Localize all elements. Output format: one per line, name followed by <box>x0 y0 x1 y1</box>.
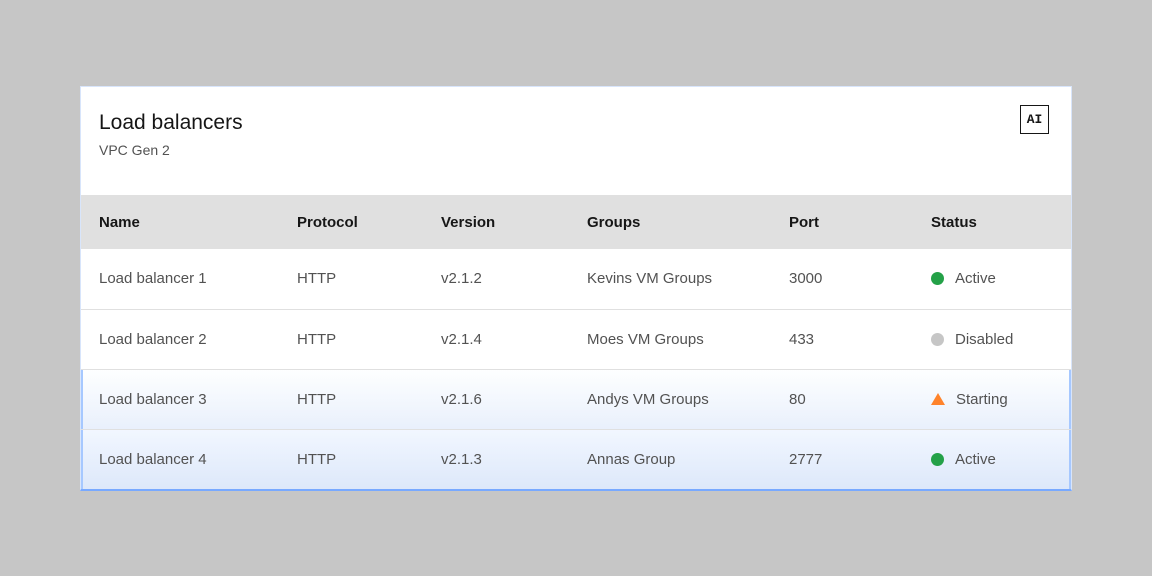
cell-groups: Kevins VM Groups <box>569 249 771 309</box>
column-header-port: Port <box>771 195 913 249</box>
status-label: Starting <box>956 391 1008 408</box>
column-header-groups: Groups <box>569 195 771 249</box>
cell-version: v2.1.2 <box>423 249 569 309</box>
cell-protocol: HTTP <box>279 429 423 489</box>
load-balancers-table: Name Protocol Version Groups Port Status… <box>81 195 1071 489</box>
cell-port: 3000 <box>771 249 913 309</box>
column-header-name: Name <box>81 195 279 249</box>
cell-protocol: HTTP <box>279 309 423 369</box>
active-status-icon <box>931 453 944 466</box>
cell-name: Load balancer 3 <box>81 369 279 429</box>
disabled-status-icon <box>931 333 944 346</box>
cell-port: 2777 <box>771 429 913 489</box>
status-label: Disabled <box>955 331 1013 348</box>
cell-name: Load balancer 4 <box>81 429 279 489</box>
status-label: Active <box>955 451 996 468</box>
cell-name: Load balancer 1 <box>81 249 279 309</box>
page-title: Load balancers <box>99 111 1049 135</box>
status-label: Active <box>955 270 996 287</box>
column-header-protocol: Protocol <box>279 195 423 249</box>
page-subtitle: VPC Gen 2 <box>99 142 1049 158</box>
card-header: Load balancers VPC Gen 2 AI <box>81 87 1071 195</box>
cell-port: 433 <box>771 309 913 369</box>
ai-label-button[interactable]: AI <box>1020 105 1049 134</box>
cell-version: v2.1.6 <box>423 369 569 429</box>
table-row[interactable]: Load balancer 3 HTTP v2.1.6 Andys VM Gro… <box>81 369 1071 429</box>
cell-name: Load balancer 2 <box>81 309 279 369</box>
cell-groups: Annas Group <box>569 429 771 489</box>
column-header-status: Status <box>913 195 1071 249</box>
cell-version: v2.1.4 <box>423 309 569 369</box>
cell-groups: Andys VM Groups <box>569 369 771 429</box>
cell-version: v2.1.3 <box>423 429 569 489</box>
cell-protocol: HTTP <box>279 369 423 429</box>
cell-groups: Moes VM Groups <box>569 309 771 369</box>
cell-status: Starting <box>913 369 1071 429</box>
cell-status: Active <box>913 429 1071 489</box>
load-balancers-card: Load balancers VPC Gen 2 AI Name Protoco… <box>80 86 1072 491</box>
cell-protocol: HTTP <box>279 249 423 309</box>
cell-status: Disabled <box>913 309 1071 369</box>
table-row[interactable]: Load balancer 2 HTTP v2.1.4 Moes VM Grou… <box>81 309 1071 369</box>
starting-status-icon <box>931 393 945 405</box>
column-header-version: Version <box>423 195 569 249</box>
cell-port: 80 <box>771 369 913 429</box>
table-header-row: Name Protocol Version Groups Port Status <box>81 195 1071 249</box>
table-row[interactable]: Load balancer 1 HTTP v2.1.2 Kevins VM Gr… <box>81 249 1071 309</box>
table-row[interactable]: Load balancer 4 HTTP v2.1.3 Annas Group … <box>81 429 1071 489</box>
cell-status: Active <box>913 249 1071 309</box>
active-status-icon <box>931 272 944 285</box>
